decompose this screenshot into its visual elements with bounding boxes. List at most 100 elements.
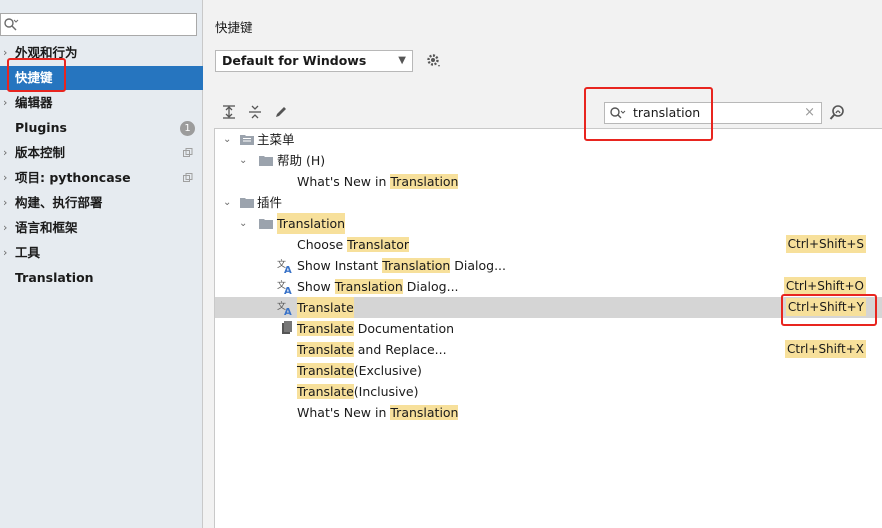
collapse-all-icon[interactable] <box>247 104 263 120</box>
tree-node-plugins[interactable]: ⌄ 插件 <box>215 192 882 213</box>
sidebar-item-label: 项目: pythoncase <box>15 170 131 185</box>
tree-node-main-menu[interactable]: ⌄ 主菜单 <box>215 129 882 150</box>
action-label: Show Translation Dialog... <box>297 276 459 297</box>
sidebar-item-label: 工具 <box>15 245 41 260</box>
action-label-suffix: Dialog... <box>450 258 507 273</box>
update-count-badge: 1 <box>180 121 195 136</box>
action-translate-exclusive[interactable]: Translate(Exclusive) <box>215 360 882 381</box>
sidebar-item-label: 语言和框架 <box>15 220 78 235</box>
action-label-suffix: (Exclusive) <box>353 363 422 378</box>
chevron-down-icon: ⌄ <box>223 197 232 208</box>
sidebar-item-build[interactable]: › 构建、执行部署 <box>0 191 203 215</box>
translate-icon: 文 A <box>277 300 292 315</box>
edit-pencil-icon[interactable] <box>273 104 289 120</box>
sidebar-search-input[interactable] <box>0 13 197 36</box>
sidebar-item-label: 编辑器 <box>15 95 53 110</box>
document-icon <box>282 321 292 334</box>
clear-icon[interactable]: × <box>804 104 815 122</box>
match-highlight: Translation <box>277 213 346 234</box>
tree-node-label: 插件 <box>257 195 283 210</box>
action-label: Translate(Exclusive) <box>297 360 422 381</box>
chevron-right-icon: › <box>3 196 8 209</box>
action-label: Translate Documentation <box>297 318 454 339</box>
expand-all-icon[interactable] <box>221 104 237 120</box>
action-whats-new-help[interactable]: What's New in Translation <box>215 171 882 192</box>
tree-node-label: 帮助 (H) <box>277 153 326 168</box>
action-label: What's New in Translation <box>297 402 459 423</box>
action-label: Translate and Replace... <box>297 339 447 360</box>
page-title: 快捷键 <box>215 20 253 35</box>
folder-icon <box>259 156 273 166</box>
action-label-prefix: Choose <box>297 237 348 252</box>
keymap-value: Default for Windows <box>222 53 367 68</box>
annotation-box-keymap <box>7 58 66 92</box>
action-label: Choose Translator <box>297 234 409 255</box>
sidebar-item-label: 版本控制 <box>15 145 66 160</box>
match-highlight: Translate <box>297 297 354 318</box>
shortcut-badge: Ctrl+Shift+S <box>785 235 866 253</box>
match-highlight: Translate <box>297 321 354 336</box>
action-label: What's New in Translation <box>297 171 459 192</box>
chevron-down-icon: ⌄ <box>239 218 248 229</box>
action-show-instant-translation[interactable]: 文 A Show Instant Translation Dialog... <box>215 255 882 276</box>
chevron-right-icon: › <box>3 221 8 234</box>
shortcut-badge: Ctrl+Shift+O <box>783 277 866 295</box>
action-label-prefix: What's New in <box>297 174 391 189</box>
chevron-right-icon: › <box>3 246 8 259</box>
chevron-down-icon: ▼ <box>398 55 406 66</box>
action-label: Translate(Inclusive) <box>297 381 418 402</box>
project-settings-icon <box>183 173 193 182</box>
action-translate-inclusive[interactable]: Translate(Inclusive) <box>215 381 882 402</box>
action-label-suffix: Dialog... <box>402 279 459 294</box>
tree-node-help[interactable]: ⌄ 帮助 (H) <box>215 150 882 171</box>
tree-node-translation-plugin[interactable]: ⌄ Translation <box>215 213 882 234</box>
menu-folder-icon <box>240 135 254 145</box>
sidebar-item-version-control[interactable]: › 版本控制 <box>0 141 203 165</box>
match-highlight: Translation <box>390 174 459 189</box>
chevron-right-icon: › <box>3 96 8 109</box>
keymap-tree: ⌄ 主菜单 ⌄ 帮助 (H) What's New in Translation… <box>214 128 882 528</box>
chevron-down-icon: ⌄ <box>239 155 248 166</box>
match-highlight: Translate <box>297 342 354 357</box>
svg-text:A: A <box>284 286 292 294</box>
sidebar-item-languages[interactable]: › 语言和框架 <box>0 216 203 240</box>
annotation-box-search <box>584 87 713 141</box>
action-label-prefix: Show Instant <box>297 258 383 273</box>
match-highlight: Translation <box>382 258 451 273</box>
gear-icon[interactable] <box>426 53 442 69</box>
match-highlight: Translator <box>347 237 409 252</box>
search-icon <box>4 18 19 31</box>
match-highlight: Translation <box>390 405 459 420</box>
match-highlight: Translation <box>334 279 403 294</box>
match-highlight: Translate <box>297 384 354 399</box>
shortcut-badge: Ctrl+Shift+X <box>785 340 866 358</box>
sidebar-item-project[interactable]: › 项目: pythoncase <box>0 166 203 190</box>
action-label-prefix: What's New in <box>297 405 391 420</box>
action-label-suffix: (Inclusive) <box>353 384 419 399</box>
action-label-suffix: Documentation <box>353 321 455 336</box>
action-translate-and-replace[interactable]: Translate and Replace... Ctrl+Shift+X <box>215 339 882 360</box>
chevron-down-icon: ⌄ <box>223 134 232 145</box>
sidebar-item-label: Translation <box>15 270 94 285</box>
folder-icon <box>259 219 273 229</box>
sidebar-item-editor[interactable]: › 编辑器 <box>0 91 203 115</box>
folder-icon <box>240 198 254 208</box>
sidebar-item-plugins[interactable]: Plugins 1 <box>0 116 203 140</box>
keymap-select[interactable]: Default for Windows ▼ <box>215 50 413 72</box>
translate-icon: 文 A <box>277 258 292 273</box>
sidebar-item-translation[interactable]: Translation <box>0 266 203 290</box>
sidebar-item-tools[interactable]: › 工具 <box>0 241 203 265</box>
svg-text:A: A <box>284 265 292 273</box>
tree-node-label: 主菜单 <box>257 132 295 147</box>
annotation-box-shortcut <box>781 294 877 326</box>
chevron-right-icon: › <box>3 146 8 159</box>
sidebar-item-label: Plugins <box>15 120 67 135</box>
action-whats-new-plugin[interactable]: What's New in Translation <box>215 402 882 423</box>
action-label-prefix: Show <box>297 279 335 294</box>
find-shortcut-icon[interactable] <box>829 104 847 122</box>
action-choose-translator[interactable]: Choose Translator Ctrl+Shift+S <box>215 234 882 255</box>
project-settings-icon <box>183 148 193 157</box>
action-label: Show Instant Translation Dialog... <box>297 255 506 276</box>
translate-icon: 文 A <box>277 279 292 294</box>
action-label-suffix: and Replace... <box>353 342 447 357</box>
